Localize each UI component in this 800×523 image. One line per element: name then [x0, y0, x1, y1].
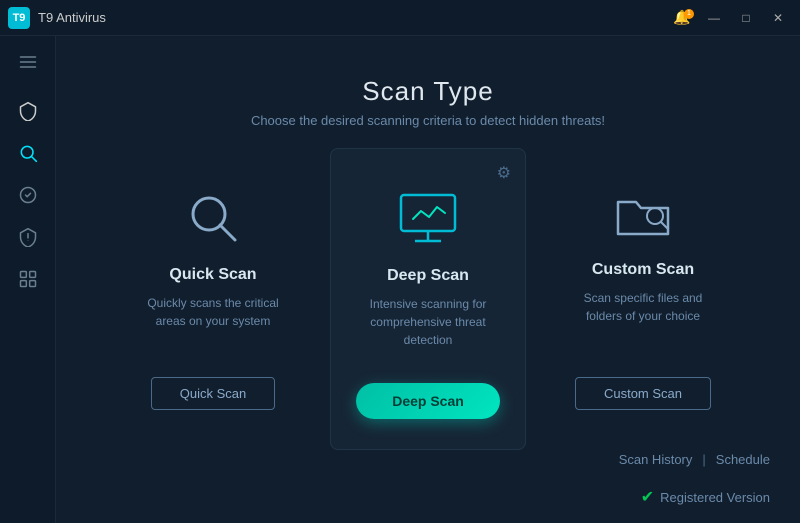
- quick-scan-title: Quick Scan: [169, 266, 256, 284]
- footer-divider: |: [702, 452, 705, 467]
- registered-badge: ✔ Registered Version: [56, 487, 800, 523]
- quick-scan-icon: [183, 188, 243, 248]
- notification-icon[interactable]: 🔔 1: [668, 7, 696, 29]
- page-header: Scan Type Choose the desired scanning cr…: [56, 36, 800, 158]
- sidebar: [0, 36, 56, 523]
- sidebar-item-protection[interactable]: [9, 92, 47, 130]
- sidebar-item-scan[interactable]: [9, 134, 47, 172]
- deep-scan-desc: Intensive scanning for comprehensive thr…: [351, 295, 505, 359]
- custom-scan-desc: Scan specific files and folders of your …: [566, 289, 720, 353]
- check-circle-icon: ✔: [641, 487, 654, 507]
- titlebar-left: T9 T9 Antivirus: [8, 7, 106, 29]
- close-button[interactable]: ✕: [764, 7, 792, 29]
- footer-area: Scan History | Schedule ✔ Registered Ver…: [56, 440, 800, 523]
- sidebar-item-shield2[interactable]: [9, 218, 47, 256]
- custom-scan-icon: [613, 188, 673, 243]
- sidebar-menu-button[interactable]: [9, 44, 47, 80]
- custom-scan-title: Custom Scan: [592, 261, 694, 279]
- quick-scan-button[interactable]: Quick Scan: [151, 377, 275, 410]
- deep-scan-icon: [393, 189, 463, 249]
- quick-scan-desc: Quickly scans the critical areas on your…: [136, 294, 290, 353]
- schedule-link[interactable]: Schedule: [716, 452, 770, 467]
- deep-scan-settings-icon[interactable]: ⚙: [497, 163, 511, 183]
- deep-scan-card: ⚙ Deep Scan Intensive scanning for compr…: [330, 148, 526, 450]
- app-title: T9 Antivirus: [38, 10, 106, 25]
- custom-scan-card: Custom Scan Scan specific files and fold…: [546, 158, 740, 440]
- quick-scan-card: Quick Scan Quickly scans the critical ar…: [116, 158, 310, 440]
- titlebar: T9 T9 Antivirus 🔔 1 — □ ✕: [0, 0, 800, 36]
- window-controls: 🔔 1 — □ ✕: [668, 7, 792, 29]
- custom-scan-button[interactable]: Custom Scan: [575, 377, 711, 410]
- app-body: Scan Type Choose the desired scanning cr…: [0, 36, 800, 523]
- cards-container: Quick Scan Quickly scans the critical ar…: [56, 158, 800, 440]
- registered-label: Registered Version: [660, 490, 770, 505]
- page-subtitle: Choose the desired scanning criteria to …: [56, 113, 800, 128]
- sidebar-item-status[interactable]: [9, 176, 47, 214]
- maximize-button[interactable]: □: [732, 7, 760, 29]
- deep-scan-title: Deep Scan: [387, 267, 469, 285]
- deep-scan-button[interactable]: Deep Scan: [356, 383, 500, 419]
- sidebar-item-tools[interactable]: [9, 260, 47, 298]
- main-content: Scan Type Choose the desired scanning cr…: [56, 36, 800, 523]
- page-title: Scan Type: [56, 76, 800, 107]
- notification-badge: 1: [684, 9, 694, 19]
- scan-history-link[interactable]: Scan History: [619, 452, 693, 467]
- minimize-button[interactable]: —: [700, 7, 728, 29]
- app-logo: T9: [8, 7, 30, 29]
